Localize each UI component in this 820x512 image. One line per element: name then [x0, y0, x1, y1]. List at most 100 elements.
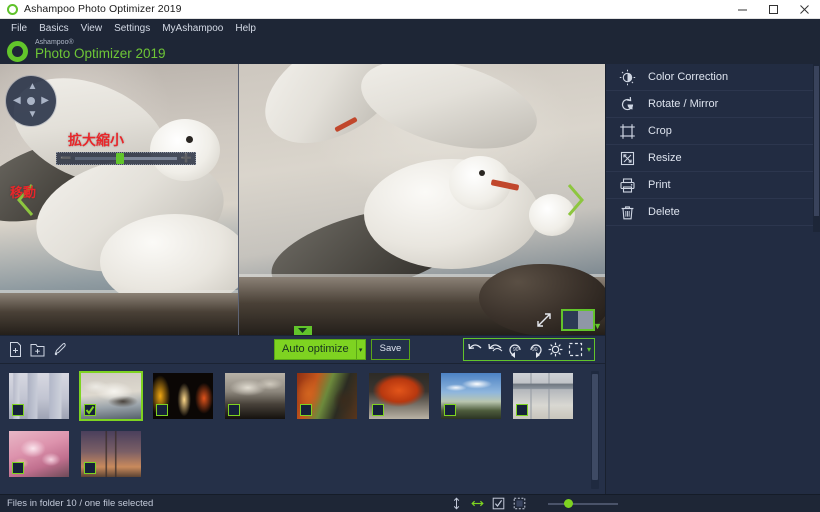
pan-up-arrow-icon[interactable]: ▲: [28, 82, 38, 92]
thumbnail-checkbox[interactable]: [156, 404, 168, 416]
before-after-caret-icon[interactable]: ▼: [593, 322, 602, 331]
crop-icon: [619, 123, 636, 140]
window-title: Ashampoo Photo Optimizer 2019: [24, 3, 182, 15]
status-tools-group: [450, 497, 526, 510]
close-button[interactable]: [789, 0, 820, 19]
tool-item-crop[interactable]: Crop: [606, 118, 820, 145]
zoom-slider[interactable]: ➖ ➕: [56, 152, 196, 165]
auto-optimize-button[interactable]: Auto optimize: [274, 338, 357, 361]
brand-text: Ashampoo® Photo Optimizer 2019: [35, 39, 166, 62]
menu-item-basics[interactable]: Basics: [33, 21, 74, 36]
fit-height-icon[interactable]: [450, 497, 463, 510]
auto-optimize-dropdown-caret[interactable]: ▾: [356, 338, 366, 361]
menu-item-settings[interactable]: Settings: [108, 21, 156, 36]
tool-item-resize[interactable]: Resize: [606, 145, 820, 172]
rotate-mirror-icon: [619, 96, 636, 113]
before-after-split-line[interactable]: [238, 64, 239, 335]
tool-label: Rotate / Mirror: [648, 98, 719, 110]
pan-control[interactable]: ▲ ▼ ◀ ▶: [6, 76, 56, 126]
thumbnail-size-slider[interactable]: [548, 498, 618, 510]
thumbnail-checkbox[interactable]: [12, 462, 24, 474]
add-file-icon[interactable]: [7, 341, 24, 358]
thumbnail-item-storm-clouds[interactable]: [223, 371, 287, 421]
thumbnail-item-autumn-red-tree[interactable]: [367, 371, 431, 421]
menu-item-help[interactable]: Help: [229, 21, 262, 36]
thumbnail-checkbox[interactable]: [84, 462, 96, 474]
status-text: Files in folder 10 / one file selected: [7, 498, 154, 509]
select-all-icon[interactable]: [492, 497, 505, 510]
app-window: Ashampoo Photo Optimizer 2019 File Basic…: [0, 0, 820, 512]
selection-box-icon[interactable]: [566, 340, 585, 359]
redo-icon[interactable]: [486, 340, 505, 359]
zoom-out-icon[interactable]: ➖: [60, 154, 71, 163]
settings-gear-icon[interactable]: [546, 340, 565, 359]
thumbnail-checkbox[interactable]: [372, 404, 384, 416]
svg-text:90: 90: [513, 347, 519, 353]
thumbnail-item-tokyo-tower-night[interactable]: [151, 371, 215, 421]
tool-label: Resize: [648, 152, 682, 164]
thumbnail-checkbox[interactable]: [516, 404, 528, 416]
tool-item-color-correction[interactable]: Color Correction: [606, 64, 820, 91]
thumbnail-item-modern-building[interactable]: [511, 371, 575, 421]
pan-left-arrow-icon[interactable]: ◀: [13, 96, 21, 106]
pan-right-arrow-icon[interactable]: ▶: [41, 96, 49, 106]
zoom-slider-track[interactable]: [75, 153, 177, 164]
before-photo-head: [150, 119, 220, 181]
before-photo-eye: [186, 136, 193, 143]
thumbnail-item-seagulls[interactable]: [79, 371, 143, 421]
rotate-right-90-icon[interactable]: 90: [526, 340, 545, 359]
tool-item-print[interactable]: Print: [606, 172, 820, 199]
thumbnail-item-skyscrapers[interactable]: [7, 371, 71, 421]
svg-text:90: 90: [532, 347, 538, 353]
thumbnail-size-track[interactable]: [548, 498, 618, 508]
tools-panel-scrollbar[interactable]: [813, 64, 820, 232]
menu-item-view[interactable]: View: [75, 21, 109, 36]
add-folder-icon[interactable]: [29, 341, 46, 358]
tools-panel-scrollbar-knob[interactable]: [814, 66, 819, 216]
tool-label: Delete: [648, 206, 680, 218]
zoom-in-icon[interactable]: ➕: [181, 154, 192, 163]
before-after-right-half: [578, 311, 593, 329]
thumbnail-scrollbar[interactable]: [591, 371, 599, 489]
thumbnail-item-cherry-blossom[interactable]: [7, 429, 71, 479]
thumbnail-scrollbar-knob[interactable]: [592, 374, 598, 480]
panel-collapse-tab[interactable]: [293, 326, 312, 335]
save-button[interactable]: Save: [370, 338, 411, 361]
menu-bar: File Basics View Settings MyAshampoo Hel…: [0, 19, 820, 37]
tool-item-rotate-mirror[interactable]: Rotate / Mirror: [606, 91, 820, 118]
select-none-icon[interactable]: [513, 497, 526, 510]
thumbnail-item-autumn-temple[interactable]: [295, 371, 359, 421]
tool-item-delete[interactable]: Delete: [606, 199, 820, 226]
maximize-button[interactable]: [758, 0, 789, 19]
minimize-button[interactable]: [727, 0, 758, 19]
pan-center-dot-icon[interactable]: [27, 97, 35, 105]
trash-icon: [619, 204, 636, 221]
thumbnail-checkbox[interactable]: [300, 404, 312, 416]
thumbnail-checkbox-checked[interactable]: [84, 404, 96, 416]
image-preview[interactable]: ▲ ▼ ◀ ▶ ➖ ➕ 移動 拡大縮小 ▼: [0, 64, 605, 335]
pan-down-arrow-icon[interactable]: ▼: [28, 110, 38, 120]
history-dropdown-caret[interactable]: ▾: [586, 345, 592, 354]
rotate-left-90-icon[interactable]: 90: [506, 340, 525, 359]
before-after-toggle-button[interactable]: [561, 309, 595, 331]
fullscreen-expand-icon[interactable]: [535, 311, 553, 329]
menu-item-file[interactable]: File: [5, 21, 33, 36]
brand-vendor: Ashampoo®: [35, 39, 74, 47]
thumbnail-checkbox[interactable]: [12, 404, 24, 416]
thumbnail-checkbox[interactable]: [444, 404, 456, 416]
thumbnail-checkbox[interactable]: [228, 404, 240, 416]
eyedropper-icon[interactable]: [51, 341, 68, 358]
undo-icon[interactable]: [466, 340, 485, 359]
thumbnail-panel[interactable]: 画像選択: [0, 363, 605, 494]
fit-width-icon[interactable]: [471, 497, 484, 510]
next-image-button[interactable]: [563, 181, 587, 219]
auto-optimize-group: Auto optimize ▾: [274, 338, 366, 361]
thumbnail-item-bridge-sunset[interactable]: [79, 429, 143, 479]
tool-label: Print: [648, 179, 671, 191]
zoom-slider-fill: [75, 157, 120, 160]
zoom-slider-thumb[interactable]: [115, 153, 124, 164]
thumbnail-item-valley-sky[interactable]: [439, 371, 503, 421]
thumbnail-size-knob[interactable]: [564, 498, 573, 508]
history-toolbar-group: 90 90 ▾: [462, 338, 595, 361]
menu-item-myashampoo[interactable]: MyAshampoo: [156, 21, 229, 36]
